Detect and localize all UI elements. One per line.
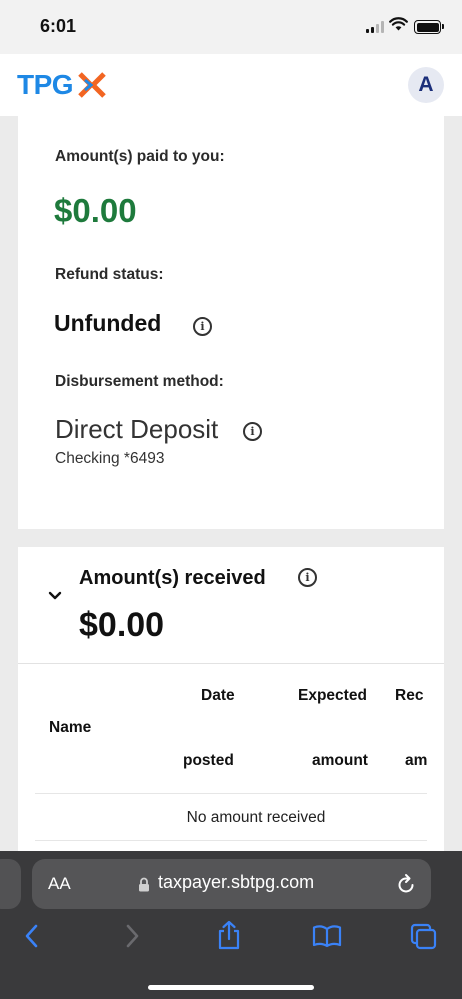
column-header-expected: Expected [298,687,367,704]
logo-text: TPG [17,69,74,100]
refund-status-info-icon[interactable]: i [193,317,212,336]
amount-paid-label: Amount(s) paid to you: [55,148,225,165]
avatar[interactable]: A [408,67,444,103]
forward-arrow-icon[interactable] [124,923,140,949]
column-header-date-line2: posted [183,752,234,769]
cellular-signal-icon [366,21,384,33]
column-header-received-line2: am [405,752,428,769]
share-icon[interactable] [216,920,242,950]
amount-paid-value: $0.00 [54,192,137,229]
table-row-divider [35,840,427,841]
empty-state-message: No amount received [186,809,326,826]
table-header-divider [35,793,427,794]
refund-status-value: Unfunded [54,310,162,336]
tpg-logo[interactable]: TPG [17,69,107,101]
text-size-label: AA [48,874,71,893]
home-indicator [148,985,314,990]
amounts-received-title: Amount(s) received [79,567,266,589]
chevron-down-icon[interactable] [48,591,62,601]
refund-summary-card: Amount(s) paid to you: $0.00 Refund stat… [18,116,444,529]
browser-toolbar: AA taxpayer.sbtpg.com [0,851,462,999]
address-bar[interactable]: AA taxpayer.sbtpg.com [32,859,431,909]
disbursement-info-icon[interactable]: i [243,422,262,441]
refund-status-label: Refund status: [55,266,164,283]
disbursement-method-label: Disbursement method: [55,373,224,390]
wifi-icon [389,17,408,31]
tpg-x-mark-icon [78,72,106,98]
amounts-received-total: $0.00 [79,606,165,644]
column-header-date: Date [201,687,235,704]
app-header: TPG A [0,54,462,116]
bookmarks-icon[interactable] [312,924,342,948]
battery-icon [414,20,444,34]
reload-icon[interactable] [396,873,416,895]
tabs-icon[interactable] [410,923,438,951]
amounts-received-info-icon[interactable]: i [298,568,317,587]
previous-tab-preview[interactable] [0,859,21,909]
column-header-expected-line2: amount [312,752,368,769]
divider [18,663,444,664]
lock-icon [139,877,149,892]
account-number: Checking *6493 [55,450,165,467]
status-bar: 6:01 [0,0,462,54]
url-text: taxpayer.sbtpg.com [158,872,315,892]
text-size-button[interactable]: AA [48,874,71,894]
column-header-name: Name [49,719,92,736]
column-header-received: Rec [395,687,424,704]
status-time: 6:01 [40,16,77,36]
back-arrow-icon[interactable] [24,923,40,949]
disbursement-method-value: Direct Deposit [55,414,219,444]
